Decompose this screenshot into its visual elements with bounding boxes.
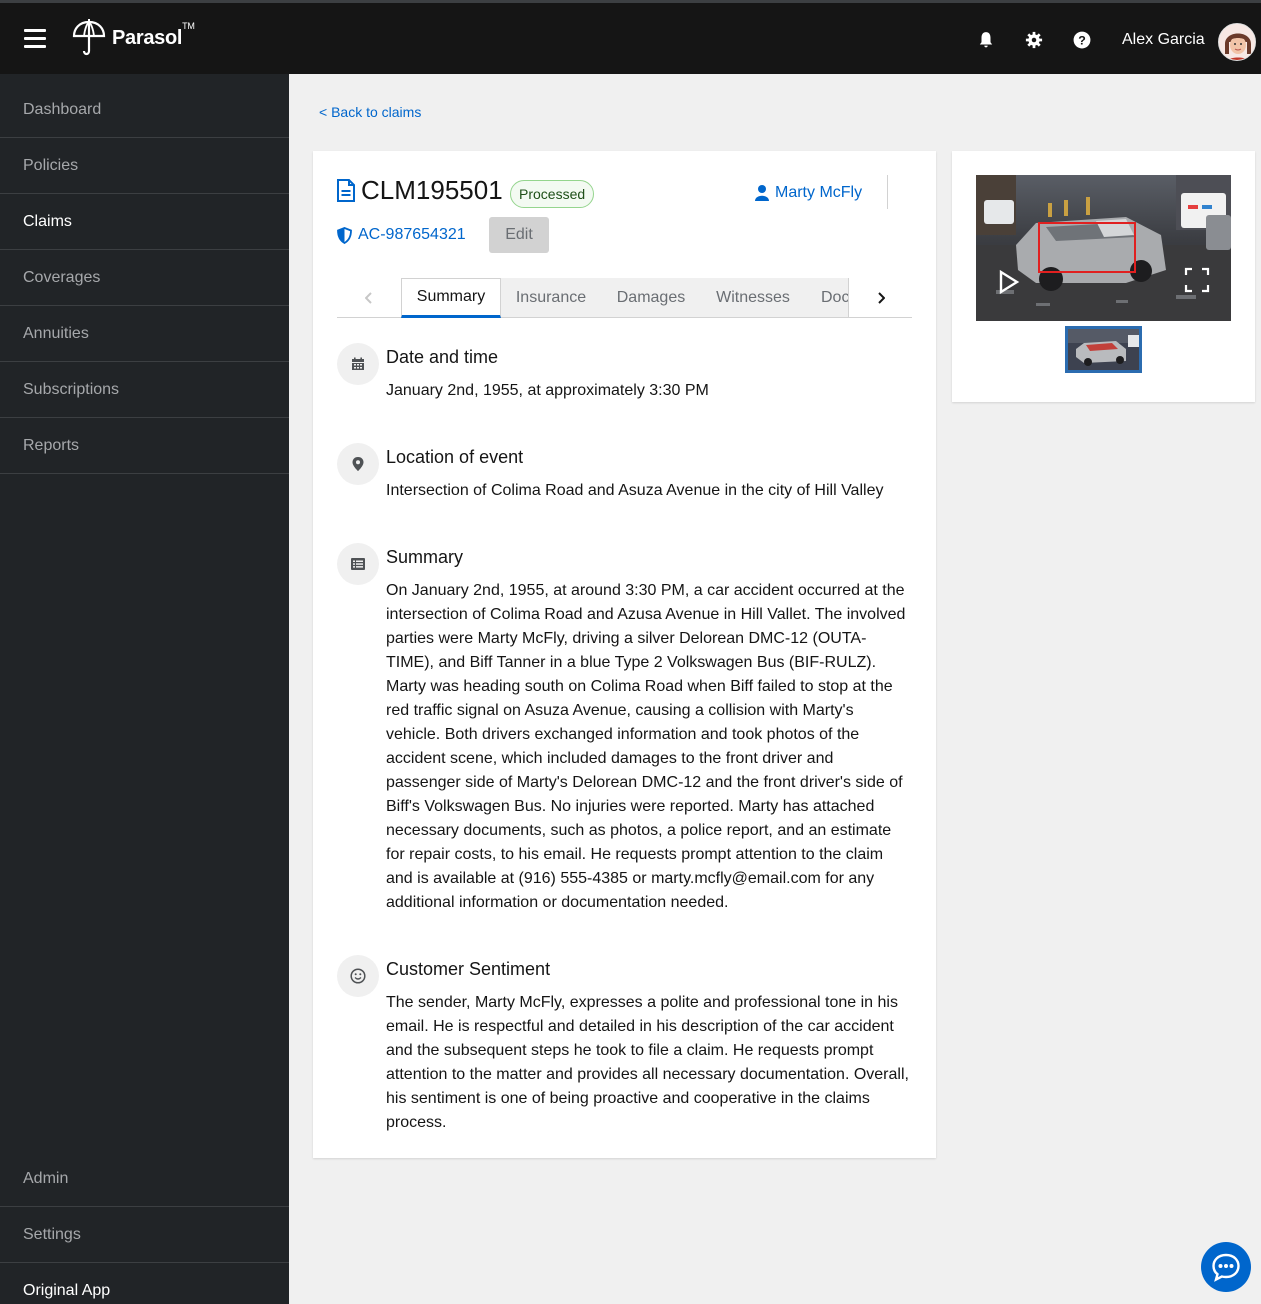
tab-list: Summary Insurance Damages Witnesses Doc [401, 278, 848, 318]
section-body: Intersection of Colima Road and Asuza Av… [386, 482, 884, 499]
top-bar: ParasolTM ? Alex Garcia [0, 0, 1261, 74]
sidebar-item-coverages[interactable]: Coverages [0, 250, 289, 306]
brand-logo[interactable]: ParasolTM [72, 19, 195, 57]
tab-documents[interactable]: Doc [805, 278, 848, 317]
sidebar-item-reports[interactable]: Reports [0, 418, 289, 474]
chat-button[interactable] [1201, 1242, 1251, 1292]
list-icon [337, 543, 379, 585]
smile-icon [337, 955, 379, 997]
status-badge: Processed [510, 180, 595, 208]
bell-icon[interactable] [977, 31, 995, 49]
section-title: Summary [386, 547, 464, 567]
sidebar-item-annuities[interactable]: Annuities [0, 306, 289, 362]
sidebar: Dashboard Policies Claims Coverages Annu… [0, 74, 289, 1304]
section-body: January 2nd, 1955, at approximately 3:30… [386, 382, 709, 399]
claim-title: CLM195501 [337, 175, 503, 206]
claimant-link[interactable]: Marty McFly [755, 184, 862, 202]
chevron-right-icon [877, 291, 885, 304]
user-icon [755, 185, 769, 201]
section-body: The sender, Marty McFly, expresses a pol… [386, 994, 909, 1131]
document-icon [337, 179, 355, 202]
section-title: Date and time [386, 347, 499, 367]
tab-scroll-right-button[interactable] [848, 278, 912, 317]
section-body: On January 2nd, 1955, at around 3:30 PM,… [386, 582, 906, 911]
tab-summary[interactable]: Summary [401, 278, 501, 318]
sidebar-item-admin[interactable]: Admin [0, 1151, 289, 1207]
tab-insurance[interactable]: Insurance [501, 278, 601, 317]
sidebar-item-claims[interactable]: Claims [0, 194, 289, 250]
date-time-section: Date and time January 2nd, 1955, at appr… [337, 343, 912, 413]
tab-damages[interactable]: Damages [601, 278, 701, 317]
policy-link[interactable]: AC-987654321 [337, 226, 466, 244]
tab-bar: Summary Insurance Damages Witnesses Doc [337, 278, 912, 318]
sidebar-item-policies[interactable]: Policies [0, 138, 289, 194]
chevron-left-icon [365, 291, 372, 304]
claim-id: CLM195501 [361, 175, 503, 205]
sidebar-item-settings[interactable]: Settings [0, 1207, 289, 1263]
menu-icon[interactable] [24, 29, 46, 49]
sidebar-item-subscriptions[interactable]: Subscriptions [0, 362, 289, 418]
divider [887, 175, 888, 209]
summary-section: Summary On January 2nd, 1955, at around … [337, 543, 912, 923]
tab-scroll-left-button[interactable] [337, 278, 401, 317]
sidebar-item-original-app[interactable]: Original App [0, 1263, 289, 1304]
section-title: Location of event [386, 447, 524, 467]
location-section: Location of event Intersection of Colima… [337, 443, 912, 513]
policy-number: AC-987654321 [358, 226, 466, 243]
help-icon[interactable]: ? [1073, 31, 1091, 49]
gear-icon[interactable] [1025, 31, 1043, 49]
avatar-icon [1219, 24, 1255, 60]
sentiment-section: Customer Sentiment The sender, Marty McF… [337, 955, 912, 1145]
shield-icon [337, 226, 352, 244]
chat-bubble-icon [1212, 1253, 1240, 1282]
sidebar-item-dashboard[interactable]: Dashboard [0, 82, 289, 138]
claim-card: CLM195501 Processed Marty McFly AC-98765… [313, 151, 936, 1158]
svg-text:?: ? [1078, 34, 1086, 48]
edit-button[interactable]: Edit [489, 217, 549, 253]
claimant-name: Marty McFly [775, 184, 863, 201]
brand-name: ParasolTM [112, 20, 195, 49]
back-to-claims-link[interactable]: < Back to claims [319, 104, 421, 120]
section-title: Customer Sentiment [386, 959, 551, 979]
umbrella-icon [72, 19, 106, 56]
tab-witnesses[interactable]: Witnesses [701, 278, 805, 317]
accident-photo[interactable] [976, 175, 1231, 321]
main-content: < Back to claims CLM195501 Processed Mar… [289, 74, 1261, 1304]
photo-thumbnail[interactable] [1065, 326, 1142, 373]
media-card [952, 151, 1255, 402]
calendar-icon [337, 343, 379, 385]
avatar[interactable] [1218, 23, 1256, 61]
user-name[interactable]: Alex Garcia [1122, 31, 1205, 49]
location-pin-icon [337, 443, 379, 485]
